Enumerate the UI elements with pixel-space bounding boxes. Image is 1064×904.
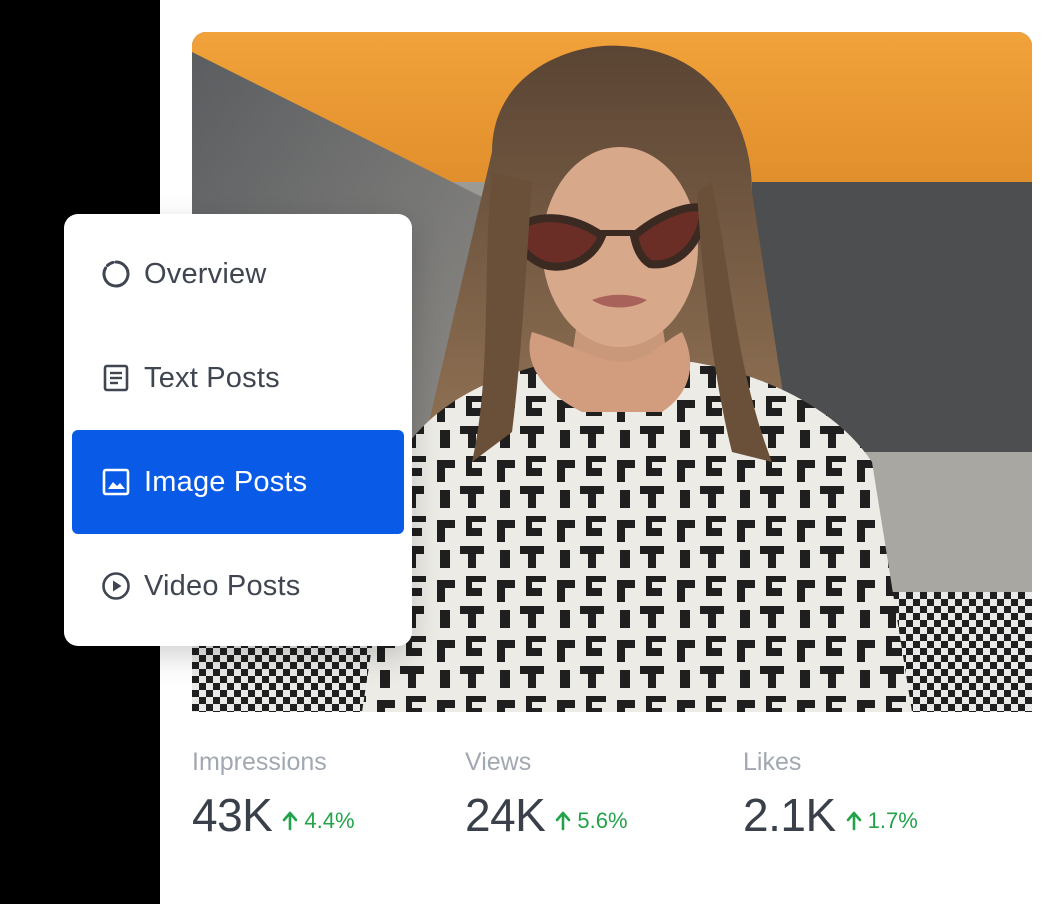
- stat-delta-value: 5.6%: [577, 808, 628, 833]
- arrow-up-icon: [846, 811, 861, 831]
- stat-likes: Likes 2.1K 1.7%: [743, 748, 918, 842]
- stat-views: Views 24K 5.6%: [465, 748, 628, 842]
- menu-item-label: Image Posts: [144, 465, 308, 498]
- document-icon: [100, 362, 132, 394]
- stat-label: Likes: [743, 748, 802, 776]
- stat-value: 2.1K: [743, 789, 836, 841]
- menu-item-label: Text Posts: [144, 361, 280, 394]
- stat-value: 43K: [192, 789, 273, 841]
- menu-item-label: Overview: [144, 257, 267, 290]
- post-type-menu: Overview Text Posts Image Posts Video Po…: [64, 214, 412, 646]
- stat-delta-value: 4.4%: [304, 808, 355, 833]
- arrow-up-icon: [556, 811, 571, 831]
- stat-delta: 4.4%: [282, 808, 355, 834]
- stat-delta-value: 1.7%: [867, 808, 918, 833]
- stat-label: Impressions: [192, 748, 327, 776]
- menu-item-overview[interactable]: Overview: [72, 222, 404, 326]
- play-circle-icon: [100, 570, 132, 602]
- overview-ring-icon: [100, 258, 132, 290]
- menu-item-label: Video Posts: [144, 569, 301, 602]
- menu-item-video-posts[interactable]: Video Posts: [72, 534, 404, 638]
- image-icon: [100, 466, 132, 498]
- menu-item-image-posts[interactable]: Image Posts: [72, 430, 404, 534]
- menu-item-text-posts[interactable]: Text Posts: [72, 326, 404, 430]
- stat-delta: 5.6%: [555, 808, 628, 834]
- stat-delta: 1.7%: [846, 808, 918, 834]
- stat-label: Views: [465, 748, 532, 776]
- stat-impressions: Impressions 43K 4.4%: [192, 748, 355, 842]
- stat-value: 24K: [465, 789, 546, 841]
- arrow-up-icon: [283, 811, 298, 831]
